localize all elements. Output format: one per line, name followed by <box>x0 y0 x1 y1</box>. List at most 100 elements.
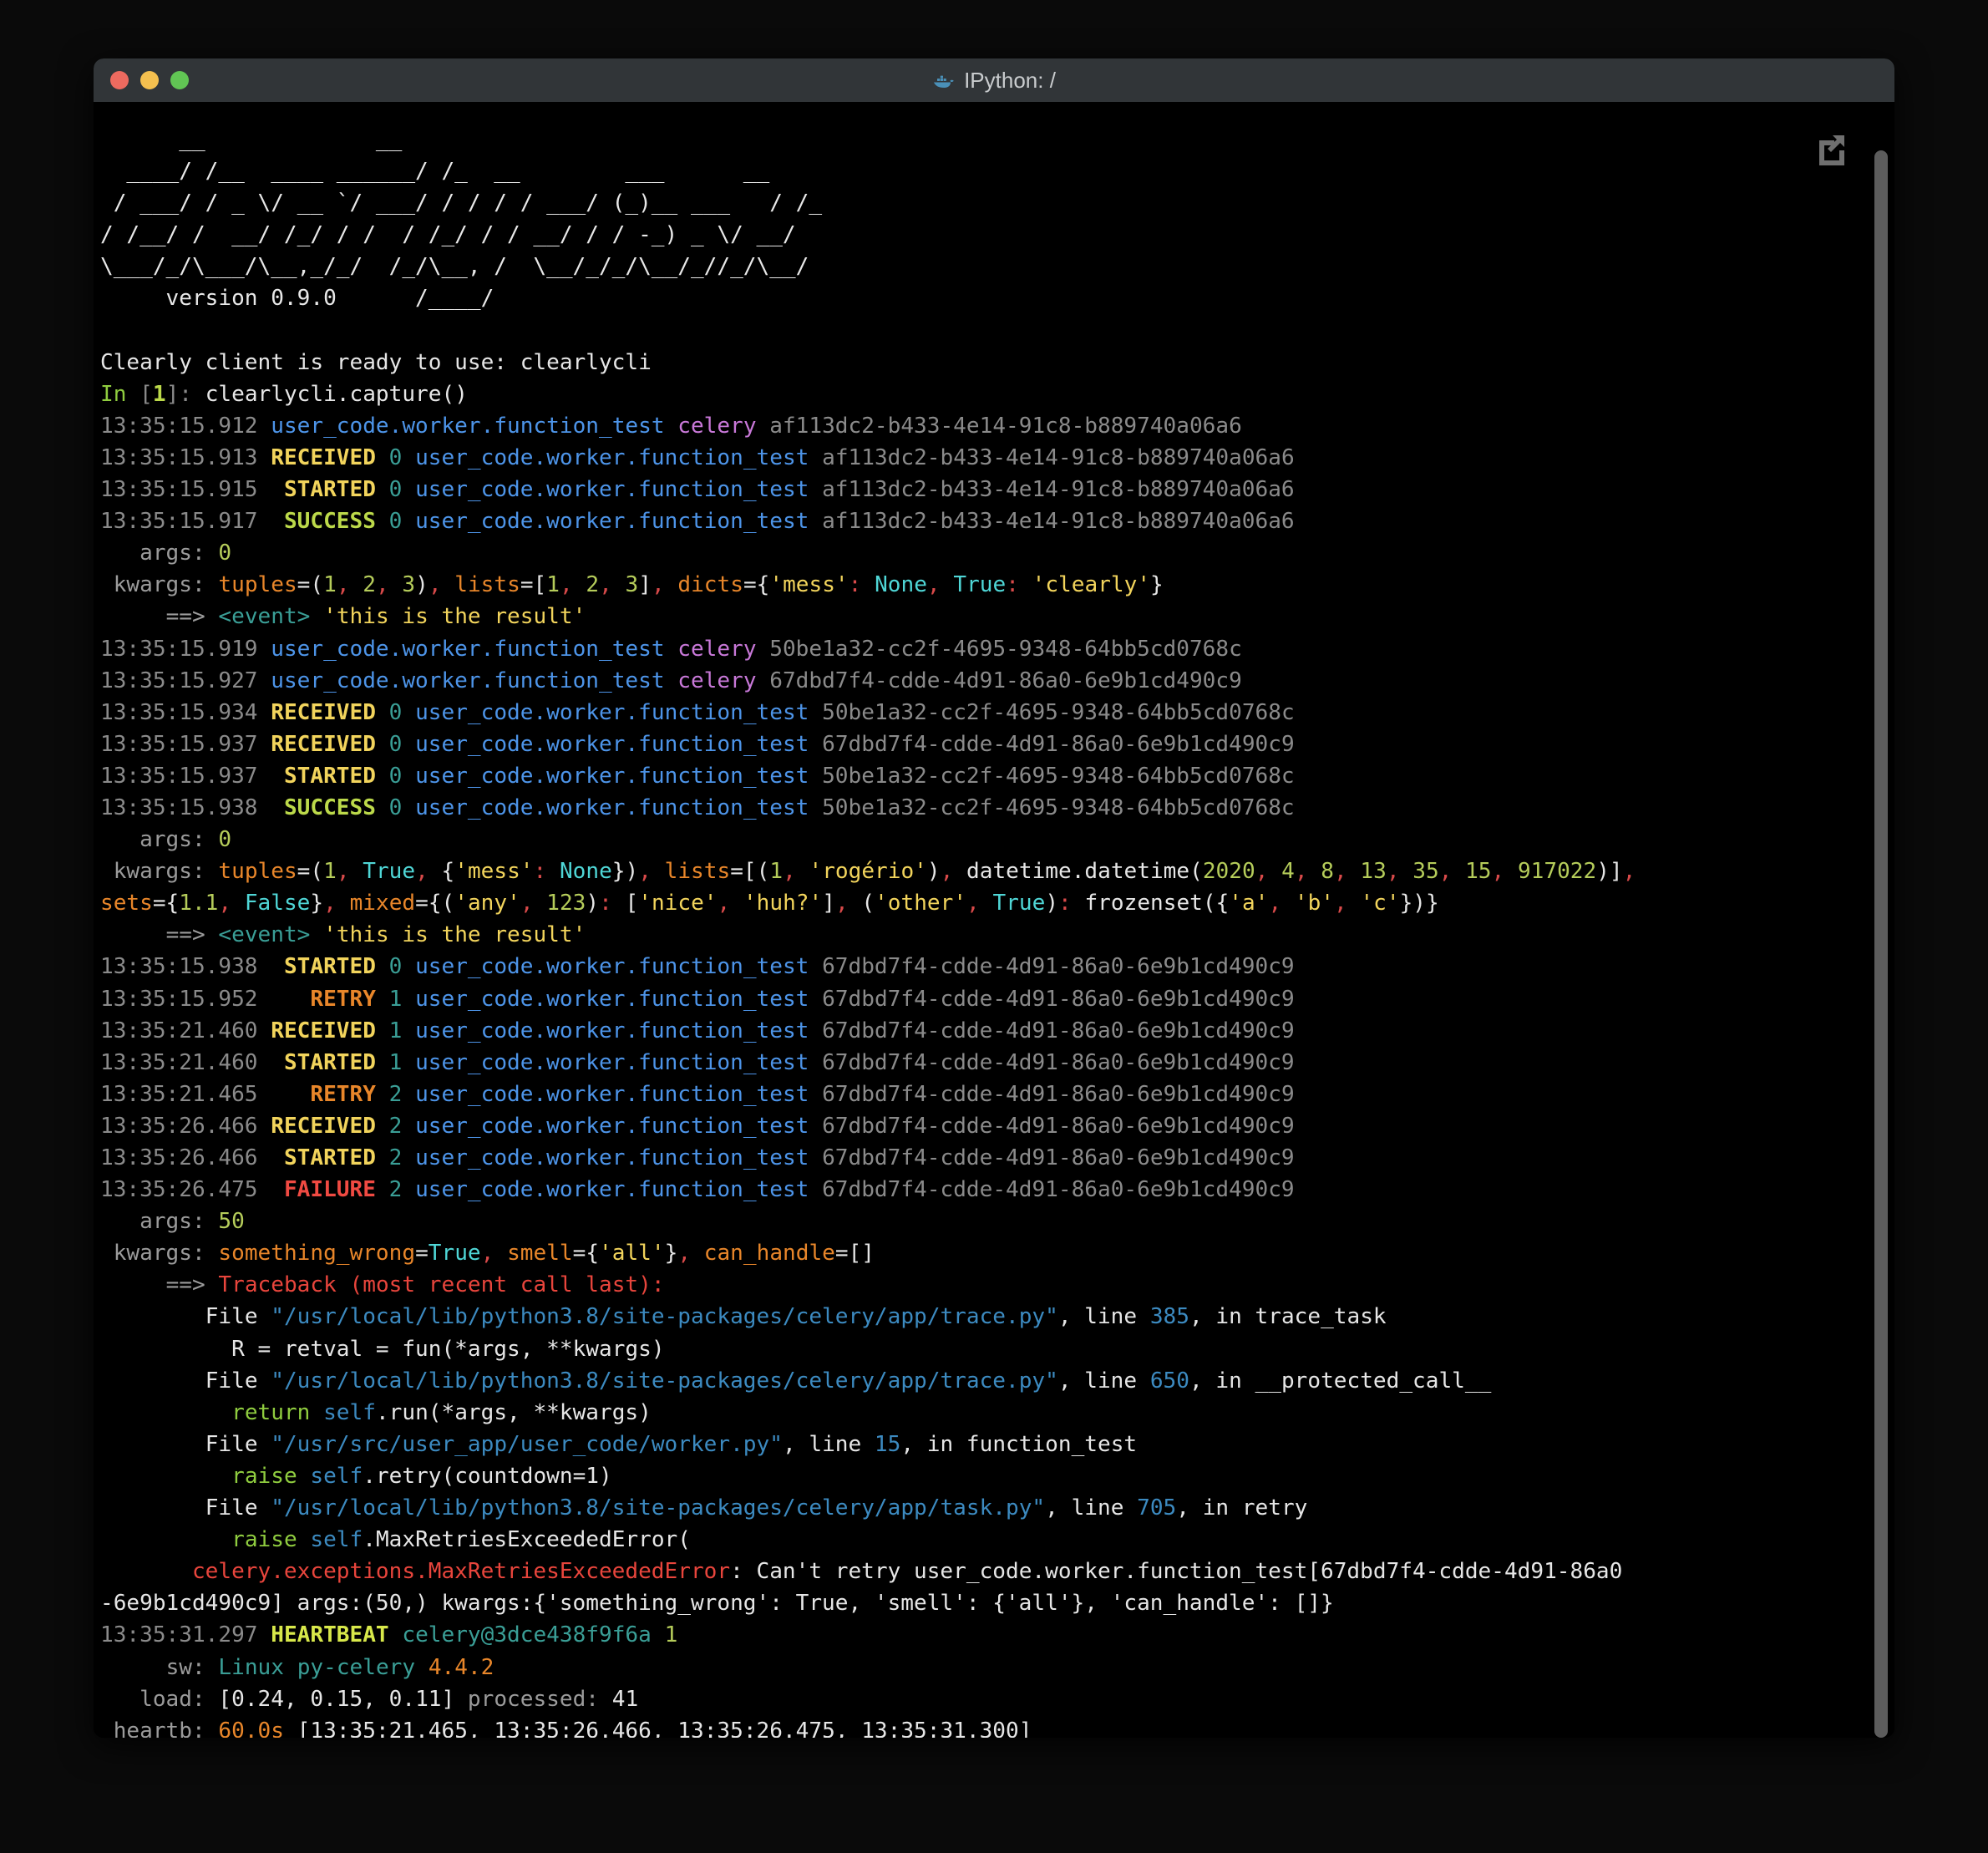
args-value: 50 <box>218 1209 244 1234</box>
log-timestamp: 13:35:15.934 <box>100 700 258 725</box>
log-line-state: 13:35:21.460 RECEIVED 1 user_code.worker… <box>100 1015 1869 1047</box>
banner-line: \___/_/\___/\__,_/_/ /_/\__, / \__/_/_/\… <box>100 251 1869 282</box>
log-state: SUCCESS <box>284 509 376 534</box>
log-line-state: 13:35:21.465 RETRY 2 user_code.worker.fu… <box>100 1079 1869 1110</box>
log-task-name: user_code.worker.function_test <box>415 795 809 820</box>
window-titlebar[interactable]: IPython: / <box>94 58 1894 102</box>
traceback-header: Traceback (most recent call last): <box>218 1272 664 1297</box>
log-uuid: 67dbd7f4-cdde-4d91-86a0-6e9b1cd490c9 <box>822 1050 1295 1075</box>
log-state: RETRY <box>310 1082 376 1107</box>
processed-label: processed: <box>468 1687 599 1712</box>
log-state: RECEIVED <box>271 1018 376 1043</box>
log-timestamp: 13:35:26.475 <box>100 1177 258 1202</box>
exception-line-continued: -6e9b1cd490c9] args:(50,) kwargs:{'somet… <box>100 1587 1869 1619</box>
window-title-text: IPython: / <box>964 68 1056 94</box>
log-task-name: user_code.worker.function_test <box>415 987 809 1012</box>
log-retries: 0 <box>389 477 403 502</box>
traceback-func: trace_task <box>1255 1304 1387 1329</box>
log-uuid: 50be1a32-cc2f-4695-9348-64bb5cd0768c <box>822 700 1295 725</box>
processed-value: 41 <box>612 1687 638 1712</box>
log-timestamp: 13:35:15.927 <box>100 668 258 693</box>
event-value: 'this is the result' <box>323 604 586 629</box>
kwargs-label: kwargs: <box>114 572 205 597</box>
log-line-state: 13:35:21.460 STARTED 1 user_code.worker.… <box>100 1047 1869 1079</box>
log-timestamp: 13:35:15.913 <box>100 445 258 470</box>
log-timestamp: 13:35:15.915 <box>100 477 258 502</box>
log-task-name: user_code.worker.function_test <box>415 445 809 470</box>
log-timestamp: 13:35:26.466 <box>100 1114 258 1139</box>
log-uuid: 67dbd7f4-cdde-4d91-86a0-6e9b1cd490c9 <box>822 1114 1295 1139</box>
log-uuid: 67dbd7f4-cdde-4d91-86a0-6e9b1cd490c9 <box>822 1018 1295 1043</box>
traceback-code: R = retval = fun(*args, **kwargs) <box>231 1337 664 1362</box>
exception-type: celery.exceptions.MaxRetriesExceededErro… <box>192 1559 730 1584</box>
traceback-code-object: self <box>310 1527 363 1552</box>
log-timestamp: 13:35:26.466 <box>100 1145 258 1170</box>
log-state: STARTED <box>284 764 376 789</box>
log-timestamp: 13:35:15.917 <box>100 509 258 534</box>
log-line-state: 13:35:15.917 SUCCESS 0 user_code.worker.… <box>100 505 1869 537</box>
log-timestamp: 13:35:15.938 <box>100 954 258 979</box>
traceback-line-number: 650 <box>1150 1368 1189 1394</box>
desktop: IPython: / __ __ ____/ /__ ____ ______/ … <box>0 0 1988 1853</box>
log-line-state: 13:35:26.466 RECEIVED 2 user_code.worker… <box>100 1110 1869 1142</box>
log-line-task-sent: 13:35:15.919 user_code.worker.function_t… <box>100 633 1869 665</box>
traceback-code-rest: .retry(countdown=1) <box>363 1464 612 1489</box>
log-state: STARTED <box>284 954 376 979</box>
traceback-line-keyword: line <box>1072 1495 1124 1520</box>
traceback-code-keyword: return <box>231 1400 310 1425</box>
log-retries: 0 <box>389 954 403 979</box>
scrollbar-thumb[interactable] <box>1874 150 1888 1738</box>
traceback-file-path: "/usr/src/user_app/user_code/worker.py" <box>271 1432 783 1457</box>
log-uuid: 67dbd7f4-cdde-4d91-86a0-6e9b1cd490c9 <box>822 732 1295 757</box>
traceback-line-keyword: line <box>1084 1368 1137 1394</box>
log-task-name: user_code.worker.function_test <box>415 764 809 789</box>
log-task-name: user_code.worker.function_test <box>415 1145 809 1170</box>
event-tag: <event> <box>218 922 310 947</box>
sw-version: 4.4.2 <box>429 1655 494 1680</box>
load-values: [0.24, 0.15, 0.11] <box>218 1687 454 1712</box>
log-task-name: user_code.worker.function_test <box>415 700 809 725</box>
scrollbar-track[interactable] <box>1869 145 1894 1738</box>
log-state: STARTED <box>284 477 376 502</box>
log-task-name: user_code.worker.function_test <box>415 509 809 534</box>
log-state: FAILURE <box>284 1177 376 1202</box>
log-uuid: af113dc2-b433-4e14-91c8-b889740a06a6 <box>769 414 1242 439</box>
log-retries: 0 <box>389 764 403 789</box>
traceback-code-rest: .MaxRetriesExceededError( <box>363 1527 691 1552</box>
event-value: 'this is the result' <box>323 922 586 947</box>
traceback-code-line: return self.run(*args, **kwargs) <box>100 1397 1869 1429</box>
heartbeat-heartb-line: heartb: 60.0s [13:35:21.465, 13:35:26.46… <box>100 1715 1869 1738</box>
log-line-state: 13:35:15.938 STARTED 0 user_code.worker.… <box>100 951 1869 982</box>
args-label: args: <box>139 827 205 852</box>
prompt-number: 1 <box>153 382 166 407</box>
log-uuid: 67dbd7f4-cdde-4d91-86a0-6e9b1cd490c9 <box>822 1177 1295 1202</box>
heartbeat-line: 13:35:31.297 HEARTBEAT celery@3dce438f9f… <box>100 1619 1869 1651</box>
traceback-code-line: raise self.MaxRetriesExceededError( <box>100 1524 1869 1556</box>
terminal-output[interactable]: __ __ ____/ /__ ____ ______/ /_ __ ___ _… <box>94 102 1869 1738</box>
traceback-file-path: "/usr/local/lib/python3.8/site-packages/… <box>271 1368 1058 1394</box>
log-retries: 1 <box>389 987 403 1012</box>
event-line: ==> <event> 'this is the result' <box>100 601 1869 632</box>
kwargs-line-continued: sets={1.1, False}, mixed={('any', 123): … <box>100 887 1869 919</box>
traceback-file-keyword: File <box>205 1432 258 1457</box>
event-arrow: ==> <box>166 922 205 947</box>
traceback-in-keyword: in <box>927 1432 953 1457</box>
log-queue: celery <box>677 637 756 662</box>
heartbeat-label: HEARTBEAT <box>271 1622 388 1647</box>
sw-label: sw: <box>166 1655 205 1680</box>
prompt-in-label: In <box>100 382 126 407</box>
log-timestamp: 13:35:15.938 <box>100 795 258 820</box>
log-timestamp: 13:35:21.460 <box>100 1018 258 1043</box>
prompt-line[interactable]: In [1]: clearlycli.capture() <box>100 378 1869 410</box>
log-timestamp: 13:35:15.919 <box>100 637 258 662</box>
log-timestamp: 13:35:21.460 <box>100 1050 258 1075</box>
args-label: args: <box>139 541 205 566</box>
banner-line: / /__/ / __/ /_/ / / / /_/ / / __/ / / -… <box>100 219 1869 251</box>
traceback-in-keyword: in <box>1215 1304 1241 1329</box>
log-state: SUCCESS <box>284 795 376 820</box>
log-task-name: user_code.worker.function_test <box>415 1082 809 1107</box>
log-task-name: user_code.worker.function_test <box>415 732 809 757</box>
log-task-name: user_code.worker.function_test <box>415 1050 809 1075</box>
log-timestamp: 13:35:15.937 <box>100 764 258 789</box>
sw-os: Linux <box>218 1655 284 1680</box>
